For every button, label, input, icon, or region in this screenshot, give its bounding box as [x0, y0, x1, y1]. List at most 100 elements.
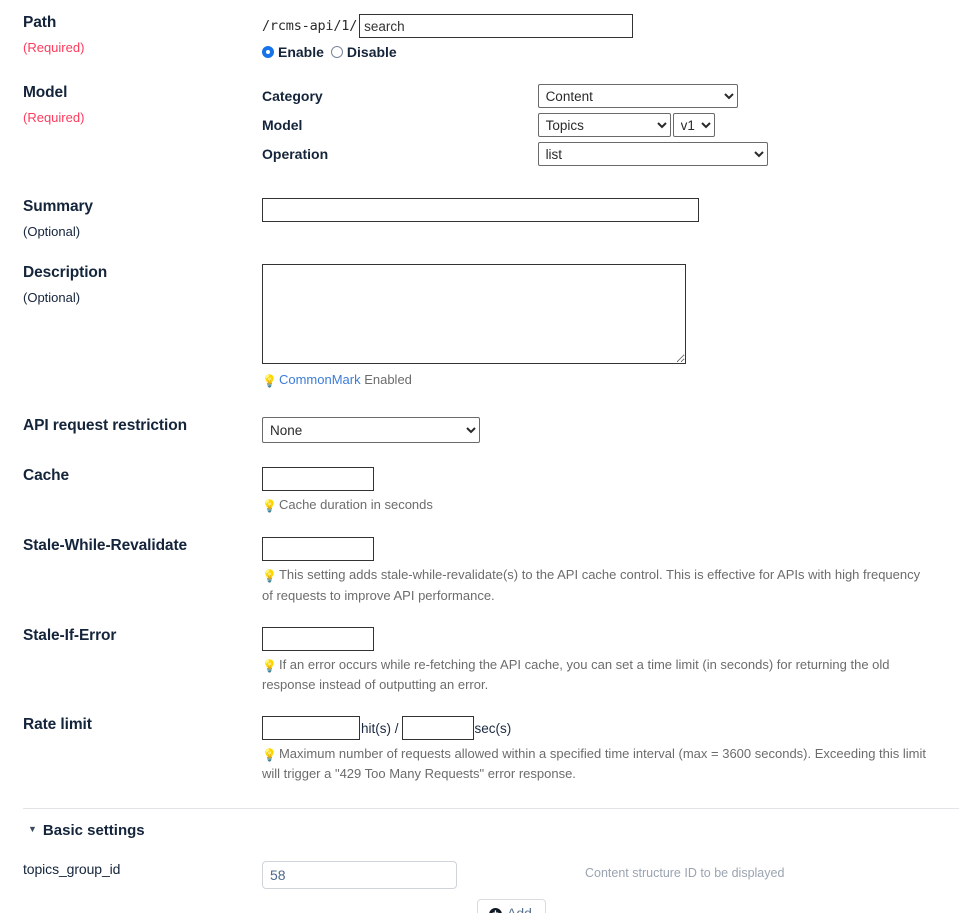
topics-group-id-input[interactable]	[262, 861, 457, 890]
description-label-col: Description (Optional)	[0, 264, 262, 305]
model-version-group: Topics v1	[537, 113, 715, 137]
chevron-down-icon[interactable]: ▼	[28, 825, 37, 834]
topics-group-id-field-col: Content structure ID to be displayed + A…	[262, 861, 973, 913]
description-field-col: 💡 CommonMark Enabled	[262, 264, 973, 390]
path-input-line: /rcms-api/1/	[262, 14, 973, 38]
cache-label-col: Cache	[0, 467, 262, 486]
model-label-col: Model (Required)	[0, 84, 262, 125]
description-label: Description	[23, 264, 108, 282]
radio-enable-label: Enable	[278, 44, 324, 60]
summary-optional-text: (Optional)	[23, 223, 81, 239]
path-input[interactable]	[359, 14, 634, 38]
radio-disable[interactable]: Disable	[330, 44, 397, 60]
swr-hint: 💡 This setting adds stale-while-revalidat…	[262, 565, 934, 605]
description-textarea[interactable]	[262, 264, 686, 365]
form-row-topics-group-id: topics_group_id Content structure ID to …	[0, 861, 973, 913]
sie-hint-text: If an error occurs while re-fetching the…	[262, 656, 890, 692]
add-button[interactable]: + Add	[477, 899, 546, 913]
path-enable-radio-group: Enable Disable	[262, 44, 973, 60]
form-row-path: Path (Required) /rcms-api/1/ Enable Disa…	[0, 14, 973, 60]
form-row-stale-if-error: Stale-If-Error 💡 If an error occurs while…	[0, 626, 973, 695]
form-row-stale-while-revalidate: Stale-While-Revalidate 💡 This setting add…	[0, 537, 973, 605]
model-field-col: Category Content Model Topics v1 Operati…	[262, 84, 973, 166]
api-endpoint-settings-form: Path (Required) /rcms-api/1/ Enable Disa…	[0, 0, 973, 913]
radio-enable[interactable]: Enable	[262, 44, 324, 60]
sie-hint: 💡 If an error occurs while re-fetching th…	[262, 655, 934, 695]
sie-label-col: Stale-If-Error	[0, 627, 262, 646]
commonmark-link[interactable]: CommonMark	[279, 372, 361, 387]
cache-input[interactable]	[262, 467, 374, 492]
restriction-label: API request restriction	[23, 417, 187, 435]
description-hint: 💡 CommonMark Enabled	[262, 370, 934, 390]
commonmark-hint-tail: Enabled	[360, 372, 412, 388]
model-required-text: (Required)	[23, 109, 85, 125]
rate-limit-seconds-unit: sec(s)	[474, 720, 512, 736]
description-optional-text: (Optional)	[23, 289, 81, 305]
form-row-model: Model (Required) Category Content Model …	[0, 84, 973, 166]
section-divider	[23, 808, 959, 810]
model-selects-grid: Category Content Model Topics v1 Operati…	[262, 84, 973, 166]
rate-limit-field-col: hit(s) / sec(s) 💡 Maximum number of reque…	[262, 716, 973, 784]
lightbulb-icon: 💡	[262, 658, 277, 673]
operation-select[interactable]: list	[537, 142, 768, 166]
restriction-select[interactable]: None	[262, 417, 480, 444]
cache-hint: 💡 Cache duration in seconds	[262, 495, 934, 515]
restriction-label-col: API request restriction	[0, 417, 262, 436]
form-row-restriction: API request restriction None	[0, 417, 973, 444]
lightbulb-icon: 💡	[262, 499, 277, 514]
form-row-cache: Cache 💡 Cache duration in seconds	[0, 467, 973, 515]
stale-if-error-input[interactable]	[262, 626, 374, 651]
plus-circle-icon: +	[489, 907, 502, 913]
category-label: Category	[262, 88, 323, 104]
swr-hint-text: This setting adds stale-while-revalidate…	[262, 567, 921, 603]
swr-label-col: Stale-While-Revalidate	[0, 537, 262, 556]
form-row-description: Description (Optional) 💡 CommonMark Enabl…	[0, 264, 973, 390]
path-field-col: /rcms-api/1/ Enable Disable	[262, 14, 973, 60]
category-select[interactable]: Content	[537, 84, 738, 108]
basic-settings-title: Basic settings	[42, 822, 145, 840]
lightbulb-icon: 💡	[262, 569, 277, 584]
cache-field-col: 💡 Cache duration in seconds	[262, 467, 973, 515]
lightbulb-icon: 💡	[262, 748, 277, 763]
topics-group-id-label: topics_group_id	[23, 861, 121, 878]
path-label: Path	[23, 14, 57, 31]
path-required-text: (Required)	[23, 39, 85, 55]
basic-settings-header[interactable]: ▼ Basic settings	[0, 822, 973, 839]
radio-disable-label: Disable	[346, 44, 397, 60]
summary-label: Summary	[23, 198, 93, 215]
model-select-label: Model	[262, 117, 303, 133]
add-button-label: Add	[507, 905, 532, 913]
cache-hint-text: Cache duration in seconds	[278, 497, 433, 513]
rate-limit-label: Rate limit	[23, 716, 92, 734]
summary-field-col	[262, 198, 973, 222]
rate-limit-hint-text: Maximum number of requests allowed withi…	[262, 746, 926, 782]
sie-field-col: 💡 If an error occurs while re-fetching th…	[262, 626, 973, 695]
cache-label: Cache	[23, 467, 70, 485]
form-row-summary: Summary (Optional)	[0, 198, 973, 239]
summary-label-col: Summary (Optional)	[0, 198, 262, 239]
version-select[interactable]: v1	[672, 113, 715, 137]
topics-group-id-label-col: topics_group_id	[0, 861, 262, 879]
radio-disable-dot-icon[interactable]	[330, 46, 343, 58]
swr-field-col: 💡 This setting adds stale-while-revalidat…	[262, 537, 973, 605]
rate-limit-seconds-input[interactable]	[401, 716, 474, 741]
restriction-field-col: None	[262, 417, 973, 444]
stale-while-revalidate-input[interactable]	[262, 537, 374, 562]
form-row-rate-limit: Rate limit hit(s) / sec(s) 💡 Maximum numb…	[0, 716, 973, 784]
model-label: Model	[23, 84, 68, 101]
model-select[interactable]: Topics	[537, 113, 671, 137]
summary-input[interactable]	[262, 198, 699, 222]
operation-label: Operation	[262, 146, 329, 162]
rate-limit-inputs: hit(s) / sec(s)	[262, 716, 973, 741]
rate-limit-hint: 💡 Maximum number of requests allowed with…	[262, 744, 942, 784]
sie-label: Stale-If-Error	[23, 626, 117, 644]
path-prefix: /rcms-api/1/	[262, 18, 358, 34]
lightbulb-icon: 💡	[262, 374, 277, 389]
radio-enable-dot-icon[interactable]	[262, 46, 274, 58]
topics-group-id-side-hint: Content structure ID to be displayed	[585, 866, 785, 881]
rate-limit-label-col: Rate limit	[0, 716, 262, 735]
path-label-col: Path (Required)	[0, 14, 262, 55]
rate-limit-hits-input[interactable]	[262, 716, 360, 741]
rate-limit-hits-unit: hit(s) /	[361, 720, 399, 736]
swr-label: Stale-While-Revalidate	[23, 537, 188, 555]
